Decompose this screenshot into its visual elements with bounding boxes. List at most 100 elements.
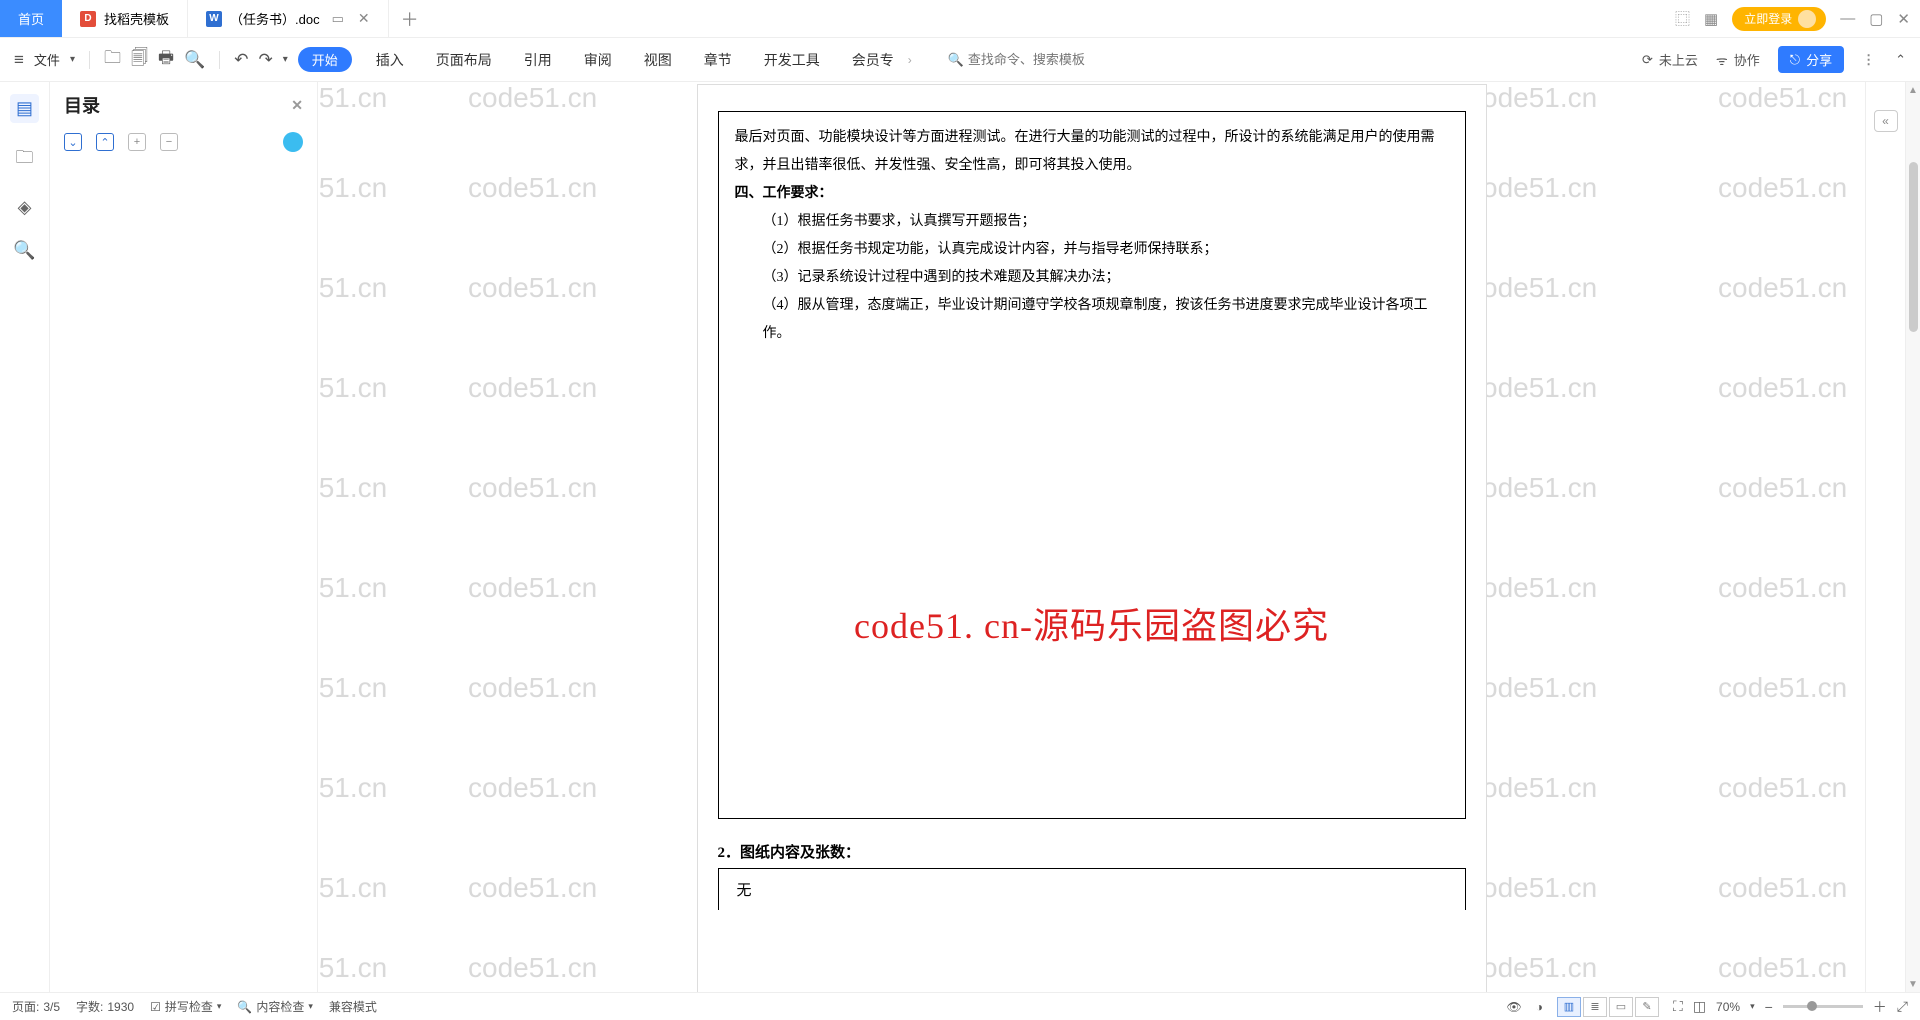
outline-expand-icon[interactable]: ⌃ [96, 133, 114, 151]
words-label: 字数: [76, 998, 103, 1015]
scroll-right-icon[interactable]: › [908, 53, 912, 67]
tab-current-doc[interactable]: W （任务书）.doc ▭ ✕ [188, 0, 389, 37]
view-web-icon[interactable]: ✎ [1635, 997, 1659, 1017]
command-search[interactable]: 🔍 [948, 52, 1128, 68]
view-read-icon[interactable]: ▭ [1609, 997, 1633, 1017]
vertical-scrollbar[interactable]: ▲ ▼ [1905, 82, 1920, 992]
status-bar: 页面: 3/5 字数: 1930 ☑拼写检查▾ 🔍内容检查▾ 兼容模式 👁 ◑ … [0, 992, 1920, 1020]
cloud-status[interactable]: ⟳未上云 [1642, 50, 1698, 69]
view-page-icon[interactable]: ▥ [1557, 997, 1581, 1017]
tab-chapter[interactable]: 章节 [704, 50, 732, 70]
share-button[interactable]: ⎋分享 [1778, 46, 1844, 73]
save-as-icon[interactable]: 🗐 [131, 45, 148, 74]
zoom-slider[interactable] [1783, 1005, 1863, 1008]
rail-outline-icon[interactable]: ▤ [10, 94, 39, 123]
statusbar-right: 👁 ◑ ▥ ≣ ▭ ✎ ⛶ ◫ 70% ▾ − ＋ ⤢ [1507, 997, 1908, 1017]
right-rail: « [1865, 82, 1905, 992]
scroll-thumb[interactable] [1909, 162, 1918, 332]
zoom-dropdown-icon[interactable]: ▾ [1750, 1001, 1755, 1012]
zoom-in-icon[interactable]: ＋ [1873, 997, 1887, 1017]
new-tab-button[interactable]: ＋ [389, 0, 431, 37]
zoom-out-icon[interactable]: − [1765, 999, 1773, 1015]
zoom-value[interactable]: 70% [1716, 1000, 1740, 1014]
workspace: ▤ 🗀 ◈ 🔍 目录 ✕ ⌄ ⌃ + − code51.cncode51.cnc… [0, 82, 1920, 992]
tab-home-label: 首页 [18, 9, 44, 28]
tab-insert[interactable]: 插入 [376, 50, 404, 70]
document-page: 最后对页面、功能模块设计等方面进程测试。在进行大量的功能测试的过程中，所设计的系… [697, 84, 1487, 992]
doc-section2-box: 无 [718, 868, 1466, 910]
doc-section2-head: 2．图纸内容及张数： [718, 841, 1466, 862]
chevron-down-icon[interactable]: ▾ [70, 54, 75, 65]
zoom-reset-icon[interactable]: ◫ [1693, 998, 1706, 1015]
doc-content-box: 最后对页面、功能模块设计等方面进程测试。在进行大量的功能测试的过程中，所设计的系… [718, 111, 1466, 819]
window-close[interactable]: ✕ [1897, 10, 1910, 28]
more-vertical-icon[interactable]: ⋮ [1862, 52, 1877, 68]
apps-grid-icon[interactable]: ▦ [1704, 10, 1718, 28]
collapse-ribbon-icon[interactable]: ⌃ [1895, 52, 1906, 68]
tab-reference[interactable]: 引用 [524, 50, 552, 70]
content-check[interactable]: 🔍内容检查▾ [237, 998, 313, 1015]
eye-icon[interactable]: 👁 [1507, 1000, 1522, 1014]
rail-search-icon[interactable]: 🔍 [13, 240, 35, 261]
rail-bookmark-icon[interactable]: ◈ [18, 197, 32, 218]
fullscreen-icon[interactable]: ⤢ [1897, 998, 1908, 1015]
ribbon-tabs: 插入 页面布局 引用 审阅 视图 章节 开发工具 会员专 [376, 50, 894, 70]
file-menu[interactable]: 文件 [34, 50, 60, 69]
spellcheck-toggle[interactable]: ☑拼写检查▾ [150, 998, 221, 1015]
tab-view[interactable]: 视图 [644, 50, 672, 70]
word-count[interactable]: 字数: 1930 [76, 998, 134, 1015]
collab-button[interactable]: ᯤ协作 [1716, 50, 1760, 69]
start-tab[interactable]: 开始 [298, 47, 352, 72]
avatar-icon [1798, 10, 1816, 28]
tab-template[interactable]: D 找稻壳模板 [62, 0, 188, 37]
window-minimize[interactable]: ― [1840, 10, 1855, 27]
search-input[interactable] [968, 52, 1128, 67]
hamburger-menu-icon[interactable]: ≡ [14, 50, 24, 70]
cloud-icon: ⟳ [1642, 52, 1653, 68]
outline-assistant-icon[interactable] [283, 132, 303, 152]
document-canvas[interactable]: code51.cncode51.cncode51.cncode51.cncode… [318, 82, 1865, 992]
presentation-icon[interactable]: ▭ [332, 11, 344, 27]
doc-req-3: （3）记录系统设计过程中遇到的技术难题及其解决办法； [763, 264, 1449, 292]
tab-review[interactable]: 审阅 [584, 50, 612, 70]
view-outline-icon[interactable]: ≣ [1583, 997, 1607, 1017]
wps-doc-icon: W [206, 11, 222, 27]
compat-mode[interactable]: 兼容模式 [329, 998, 377, 1015]
redo-icon[interactable]: ↷ [258, 50, 272, 70]
page-indicator[interactable]: 页面: 3/5 [12, 998, 60, 1015]
scroll-up-icon[interactable]: ▲ [1906, 82, 1920, 98]
zoom-fit-icon[interactable]: ⛶ [1673, 998, 1683, 1015]
save-icon[interactable]: 🗀 [104, 45, 121, 74]
share-label: 分享 [1806, 50, 1832, 69]
outline-tools: ⌄ ⌃ + − [64, 132, 303, 152]
words-value: 1930 [107, 1000, 134, 1014]
scroll-down-icon[interactable]: ▼ [1906, 976, 1920, 992]
tab-close-icon[interactable]: ✕ [358, 10, 370, 27]
layout-grid-icon[interactable]: ⿴ [1675, 8, 1690, 29]
outline-header: 目录 ✕ [64, 92, 303, 118]
view-mode-set: ▥ ≣ ▭ ✎ [1557, 997, 1659, 1017]
tab-layout[interactable]: 页面布局 [436, 50, 492, 70]
content-check-label: 内容检查 [256, 998, 304, 1015]
focus-icon[interactable]: ◑ [1536, 1000, 1543, 1014]
outline-title: 目录 [64, 92, 100, 118]
outline-close-icon[interactable]: ✕ [291, 97, 303, 114]
outline-minus-icon[interactable]: − [160, 133, 178, 151]
window-maximize[interactable]: ▢ [1869, 10, 1883, 28]
login-button[interactable]: 立即登录 [1732, 7, 1826, 31]
left-rail: ▤ 🗀 ◈ 🔍 [0, 82, 50, 992]
outline-plus-icon[interactable]: + [128, 133, 146, 151]
tab-home[interactable]: 首页 [0, 0, 62, 37]
outline-collapse-icon[interactable]: ⌄ [64, 133, 82, 151]
print-preview-icon[interactable]: 🔍 [184, 50, 205, 70]
tab-devtools[interactable]: 开发工具 [764, 50, 820, 70]
ribbon-right: ⟳未上云 ᯤ协作 ⎋分享 ⋮ ⌃ [1642, 46, 1906, 73]
expand-right-panel-icon[interactable]: « [1874, 110, 1898, 132]
print-icon[interactable]: 🖶 [158, 45, 174, 74]
chevron-down-icon[interactable]: ▾ [283, 54, 288, 65]
tab-member[interactable]: 会员专 [852, 50, 894, 70]
undo-icon[interactable]: ↶ [234, 50, 248, 70]
zoom-control: ⛶ ◫ 70% ▾ − ＋ ⤢ [1673, 997, 1908, 1017]
rail-clipboard-icon[interactable]: 🗀 [16, 145, 34, 175]
collab-label: 协作 [1734, 50, 1760, 69]
